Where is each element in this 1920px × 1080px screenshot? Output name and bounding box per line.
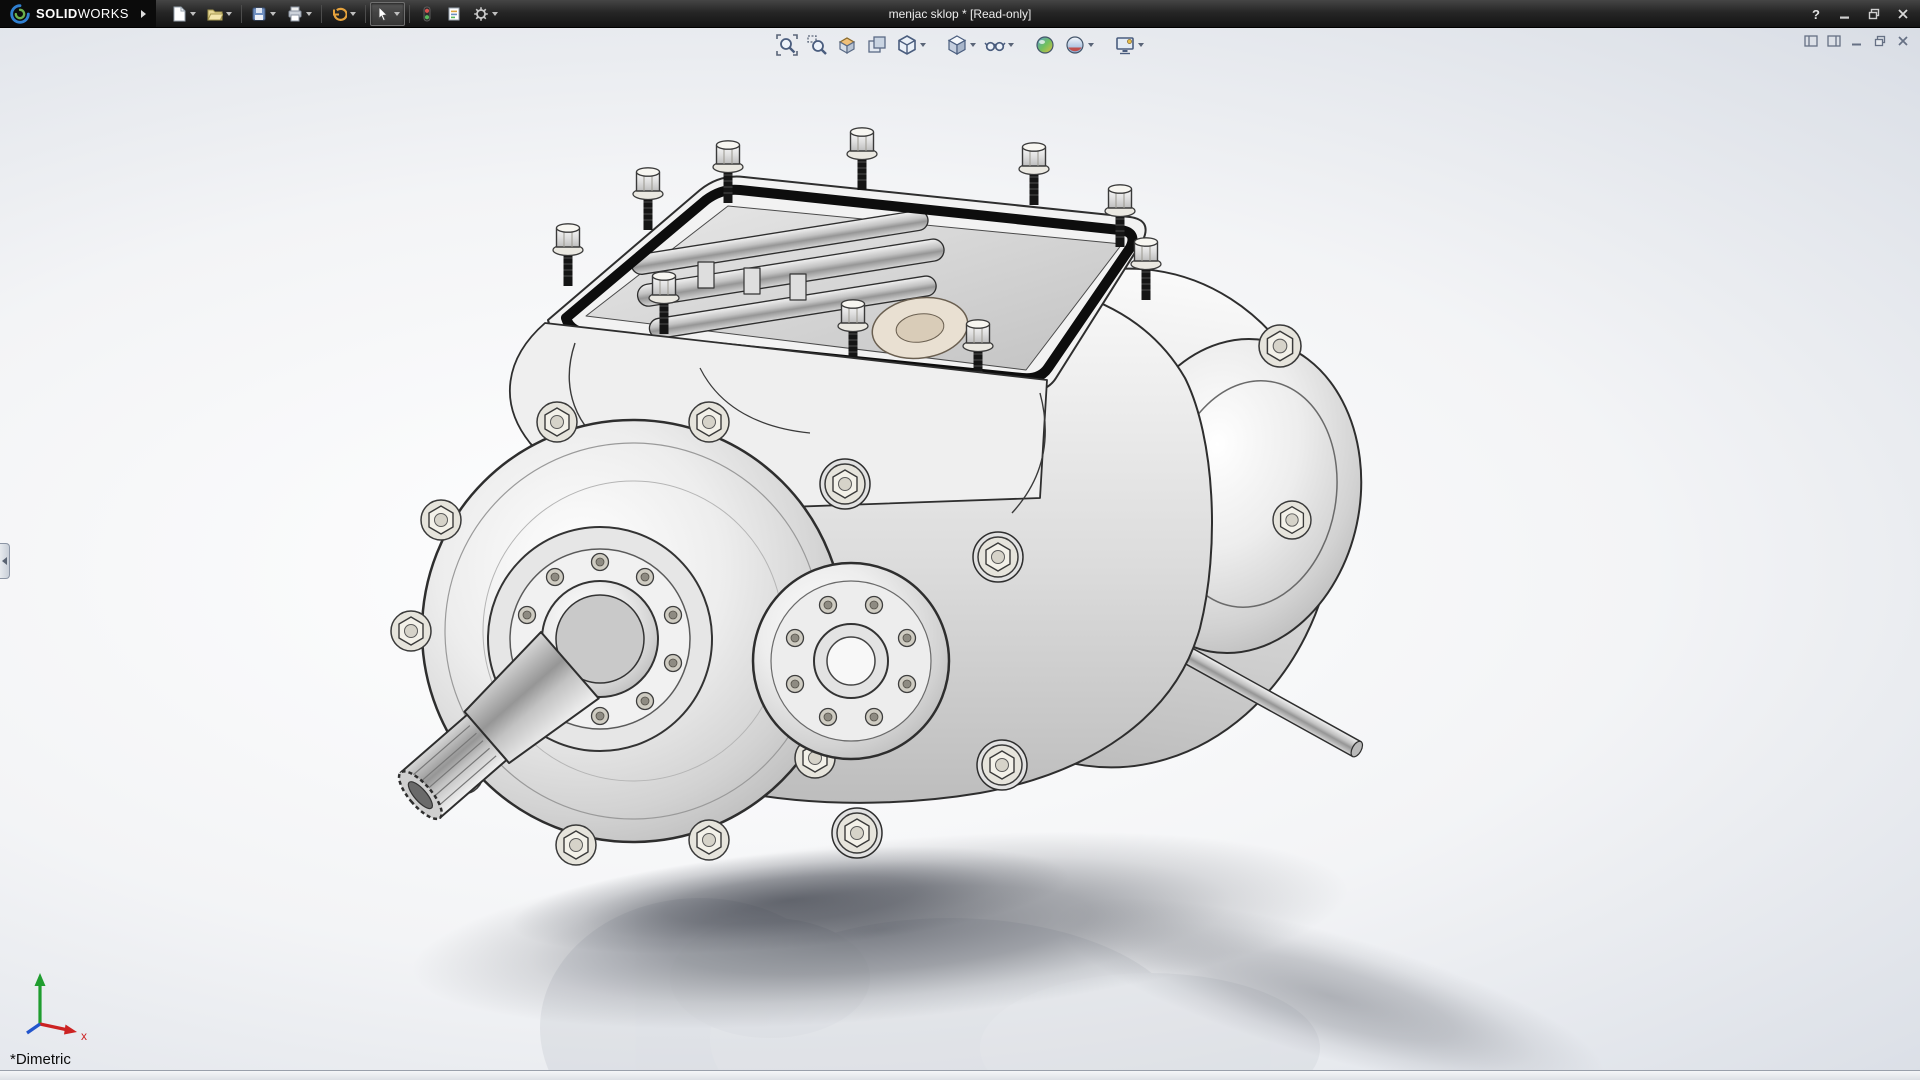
- print-icon: [287, 6, 303, 22]
- options-gear-icon: [473, 6, 489, 22]
- document-restore-icon: [1874, 35, 1886, 47]
- headsup-view-toolbar: [773, 32, 1147, 58]
- rebuild-traffic-light-icon: [419, 6, 435, 22]
- toolbar-separator: [241, 5, 242, 23]
- file-properties-icon: [446, 6, 462, 22]
- apply-scene-button[interactable]: [1061, 32, 1097, 58]
- help-button[interactable]: ?: [1803, 4, 1829, 24]
- zoom-to-area-button[interactable]: [803, 32, 831, 58]
- save-icon: [251, 6, 267, 22]
- view-orientation-label: *Dimetric: [10, 1051, 71, 1068]
- view-orientation-cube-icon: [896, 34, 918, 56]
- print-button[interactable]: [282, 2, 317, 26]
- toolbar-separator: [365, 5, 366, 23]
- restore-button[interactable]: [1861, 4, 1887, 24]
- minimize-icon: [1839, 8, 1851, 20]
- graphics-area[interactable]: x *Dimetric: [0, 28, 1920, 1070]
- gearbox-model-canvas: [0, 28, 1920, 1070]
- annotation-views-icon: [866, 34, 888, 56]
- zoom-to-fit-icon: [776, 34, 798, 56]
- titlebar-toolbar: [166, 2, 503, 26]
- document-close-icon: [1897, 35, 1909, 47]
- open-folder-icon: [207, 6, 223, 22]
- titlebar: SOLIDWORKS: [0, 0, 1920, 28]
- 3ds-logo-icon: [10, 4, 30, 24]
- featuremanager-collapsed-tab[interactable]: [0, 543, 10, 579]
- view-orientation-button[interactable]: [893, 32, 929, 58]
- view-settings-button[interactable]: [1111, 32, 1147, 58]
- solidworks-window: SOLIDWORKS: [0, 0, 1920, 1080]
- options-button[interactable]: [468, 2, 503, 26]
- zoom-to-area-icon: [806, 34, 828, 56]
- new-document-icon: [171, 6, 187, 22]
- triad-x-arrow: [64, 1025, 77, 1035]
- close-button[interactable]: [1890, 4, 1916, 24]
- edit-appearance-button[interactable]: [1031, 32, 1059, 58]
- expand-panel-arrow-icon: [2, 557, 7, 565]
- new-document-button[interactable]: [166, 2, 201, 26]
- minimize-button[interactable]: [1832, 4, 1858, 24]
- toolbar-separator: [409, 5, 410, 23]
- triad-x-label: x: [81, 1029, 87, 1043]
- brand-wordmark: SOLIDWORKS: [36, 6, 129, 21]
- section-view-icon: [836, 34, 858, 56]
- document-close-button[interactable]: [1894, 33, 1912, 49]
- document-restore-button[interactable]: [1871, 33, 1889, 49]
- status-bar: [0, 1070, 1920, 1080]
- rebuild-button[interactable]: [414, 2, 440, 26]
- hide-show-glasses-icon: [984, 34, 1006, 56]
- toolbar-separator: [321, 5, 322, 23]
- window-controls: ?: [1803, 0, 1916, 28]
- view-settings-icon: [1114, 34, 1136, 56]
- zoom-to-fit-button[interactable]: [773, 32, 801, 58]
- pane-left-icon: [1804, 35, 1818, 47]
- menu-flyout-arrow[interactable]: [141, 10, 146, 18]
- display-style-button[interactable]: [943, 32, 979, 58]
- pane-right-icon: [1827, 35, 1841, 47]
- triad-z-axis: [27, 1024, 40, 1033]
- document-minimize-icon: [1851, 35, 1863, 47]
- hide-show-items-button[interactable]: [981, 32, 1017, 58]
- close-icon: [1897, 8, 1909, 20]
- reference-triad: x: [8, 962, 98, 1046]
- gearbox-model[interactable]: [383, 128, 1385, 865]
- display-style-icon: [946, 34, 968, 56]
- document-minimize-button[interactable]: [1848, 33, 1866, 49]
- section-view-button[interactable]: [833, 32, 861, 58]
- triad-y-arrow: [35, 973, 46, 986]
- pane-right-button[interactable]: [1825, 33, 1843, 49]
- file-properties-button[interactable]: [441, 2, 467, 26]
- dynamic-annotation-views-button[interactable]: [863, 32, 891, 58]
- undo-button[interactable]: [326, 2, 361, 26]
- pane-left-button[interactable]: [1802, 33, 1820, 49]
- open-button[interactable]: [202, 2, 237, 26]
- apply-scene-icon: [1064, 34, 1086, 56]
- select-cursor-icon: [375, 6, 391, 22]
- edit-appearance-ball-icon: [1034, 34, 1056, 56]
- document-window-controls: [1802, 33, 1912, 49]
- save-button[interactable]: [246, 2, 281, 26]
- counter-flange: [753, 563, 949, 759]
- select-button[interactable]: [370, 2, 405, 26]
- solidworks-menu-button[interactable]: SOLIDWORKS: [0, 0, 156, 27]
- window-title: menjac sklop * [Read-only]: [889, 0, 1032, 28]
- undo-icon: [331, 6, 347, 22]
- restore-icon: [1868, 8, 1880, 20]
